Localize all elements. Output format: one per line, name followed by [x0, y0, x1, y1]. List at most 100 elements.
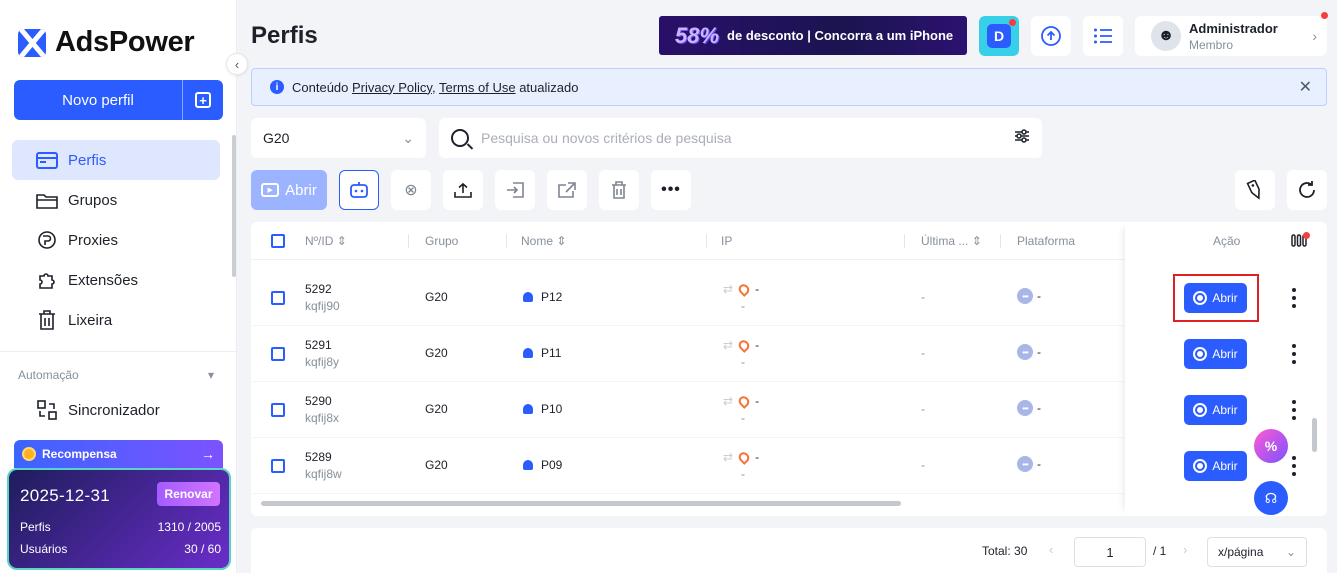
sidebar-item-profiles[interactable]: Perfis	[12, 140, 220, 180]
new-profile-button[interactable]: Novo perfil	[14, 80, 182, 120]
group-select[interactable]: G20 ⌄	[251, 118, 426, 158]
notice-suffix: atualizado	[519, 79, 579, 95]
row-menu-button[interactable]	[1289, 344, 1299, 364]
plan-expiry-date: 2025-12-31	[20, 486, 110, 505]
open-profile-button[interactable]: Abrir	[1184, 451, 1247, 481]
last-open-cell: -	[921, 346, 925, 360]
row-checkbox[interactable]	[271, 347, 285, 361]
robot-icon	[350, 182, 368, 198]
group-cell: G20	[425, 458, 448, 472]
tag-button[interactable]	[1235, 170, 1275, 210]
chevron-left-icon: ‹	[234, 56, 240, 72]
last-open-cell: -	[921, 290, 925, 304]
header-name[interactable]: Nome ⇕	[521, 234, 566, 248]
batch-open-button[interactable]: ▶ Abrir	[251, 170, 327, 210]
profile-number: 5292	[305, 282, 332, 296]
close-icon[interactable]: ✕	[1299, 77, 1312, 97]
ip-location: -	[741, 355, 745, 369]
last-open-cell: -	[921, 402, 925, 416]
more-actions-button[interactable]: •••	[651, 170, 691, 210]
privacy-policy-link[interactable]: Privacy Policy	[352, 80, 432, 95]
row-menu-button[interactable]	[1289, 288, 1299, 308]
chevron-right-icon: ›	[1312, 28, 1317, 44]
profile-id: kqfij90	[305, 299, 340, 313]
sidebar-item-label: Perfis	[68, 151, 107, 169]
ip-location: -	[741, 411, 745, 425]
share-button[interactable]	[547, 170, 587, 210]
reward-banner[interactable]: Recompensa →	[14, 440, 223, 468]
total-count: Total: 30	[982, 544, 1028, 558]
ip-location: -	[741, 467, 745, 481]
platform-value: -	[1037, 289, 1041, 303]
sidebar-item-synchronizer[interactable]: Sincronizador	[12, 390, 220, 430]
app-shortcut-button[interactable]: D	[979, 16, 1019, 56]
header-id[interactable]: Nº/ID ⇕	[305, 234, 347, 248]
open-profile-button[interactable]: Abrir	[1184, 395, 1247, 425]
sidebar-item-trash[interactable]: Lixeira	[12, 300, 220, 340]
header-separator	[1000, 234, 1001, 248]
user-info: Administrador Membro	[1189, 21, 1278, 52]
checkbox	[271, 403, 285, 417]
next-page-icon[interactable]: ›	[1183, 542, 1187, 557]
automation-button[interactable]	[339, 170, 379, 210]
user-notification-dot	[1321, 12, 1328, 19]
export-button[interactable]	[443, 170, 483, 210]
checkbox	[271, 347, 285, 361]
notification-dot	[1009, 19, 1016, 26]
column-settings-icon[interactable]	[1291, 232, 1310, 248]
search-input[interactable]	[481, 130, 1002, 146]
section-automation-label: Automação	[18, 368, 79, 382]
sidebar-item-groups[interactable]: Grupos	[12, 180, 220, 220]
user-menu[interactable]: ☻ Administrador Membro ›	[1135, 16, 1327, 56]
vertical-scrollbar[interactable]	[1312, 418, 1317, 452]
sidebar-item-label: Lixeira	[68, 311, 113, 329]
folder-icon	[36, 191, 58, 209]
batch-add-button[interactable]: +	[182, 80, 223, 120]
support-float-button[interactable]: ☊	[1254, 481, 1288, 515]
adspower-logo-icon	[18, 28, 46, 57]
logo[interactable]: AdsPower	[18, 26, 195, 59]
select-all-checkbox[interactable]	[271, 234, 285, 248]
per-page-select[interactable]: x/página ⌄	[1207, 537, 1307, 567]
android-icon	[523, 348, 533, 358]
row-menu-button[interactable]	[1289, 400, 1299, 420]
list-icon	[1094, 28, 1112, 44]
refresh-button[interactable]	[1287, 170, 1327, 210]
sidebar-item-extensions[interactable]: Extensões	[12, 260, 220, 300]
headset-icon: ☊	[1264, 489, 1278, 506]
discount-float-button[interactable]: %	[1254, 429, 1288, 463]
platform-value: -	[1037, 401, 1041, 415]
column-settings-dot	[1303, 232, 1310, 239]
sidebar-scrollbar[interactable]	[232, 135, 236, 277]
header-action: Ação	[1213, 234, 1241, 248]
header-ip: IP	[721, 234, 733, 248]
terms-of-use-link[interactable]: Terms of Use	[439, 80, 516, 95]
promo-banner[interactable]: 58% de desconto | Concorra a um iPhone	[659, 16, 967, 55]
header-last[interactable]: Última ... ⇕	[921, 234, 982, 248]
update-button[interactable]	[1031, 16, 1071, 56]
open-label: Abrir	[1212, 459, 1238, 473]
move-group-button[interactable]	[495, 170, 535, 210]
task-list-button[interactable]	[1083, 16, 1123, 56]
profile-id: kqfij8w	[305, 467, 342, 481]
collapse-sidebar-button[interactable]: ‹	[226, 53, 248, 75]
close-browser-button[interactable]: ⊗	[391, 170, 431, 210]
row-checkbox[interactable]	[271, 459, 285, 473]
row-checkbox[interactable]	[271, 291, 285, 305]
plan-profiles-row: Perfis 1310 / 2005	[20, 520, 221, 534]
page-input[interactable]: 1	[1074, 537, 1146, 567]
renew-button[interactable]: Renovar	[157, 482, 220, 506]
horizontal-scrollbar[interactable]	[261, 501, 901, 506]
sync-row[interactable]: Sincronizador	[12, 390, 220, 430]
delete-button[interactable]	[599, 170, 639, 210]
plus-square-icon: +	[195, 92, 211, 108]
open-profile-button[interactable]: Abrir	[1184, 339, 1247, 369]
row-checkbox[interactable]	[271, 403, 285, 417]
section-automation[interactable]: Automação ▾	[18, 368, 214, 382]
profile-id-cell: 5291 kqfij8y	[305, 337, 339, 371]
sidebar-item-proxies[interactable]: Proxies	[12, 220, 220, 260]
swap-icon: ⇄	[723, 282, 734, 296]
filter-settings-icon[interactable]	[1014, 129, 1030, 147]
row-menu-button[interactable]	[1289, 456, 1299, 476]
prev-page-icon[interactable]: ‹	[1049, 542, 1053, 557]
